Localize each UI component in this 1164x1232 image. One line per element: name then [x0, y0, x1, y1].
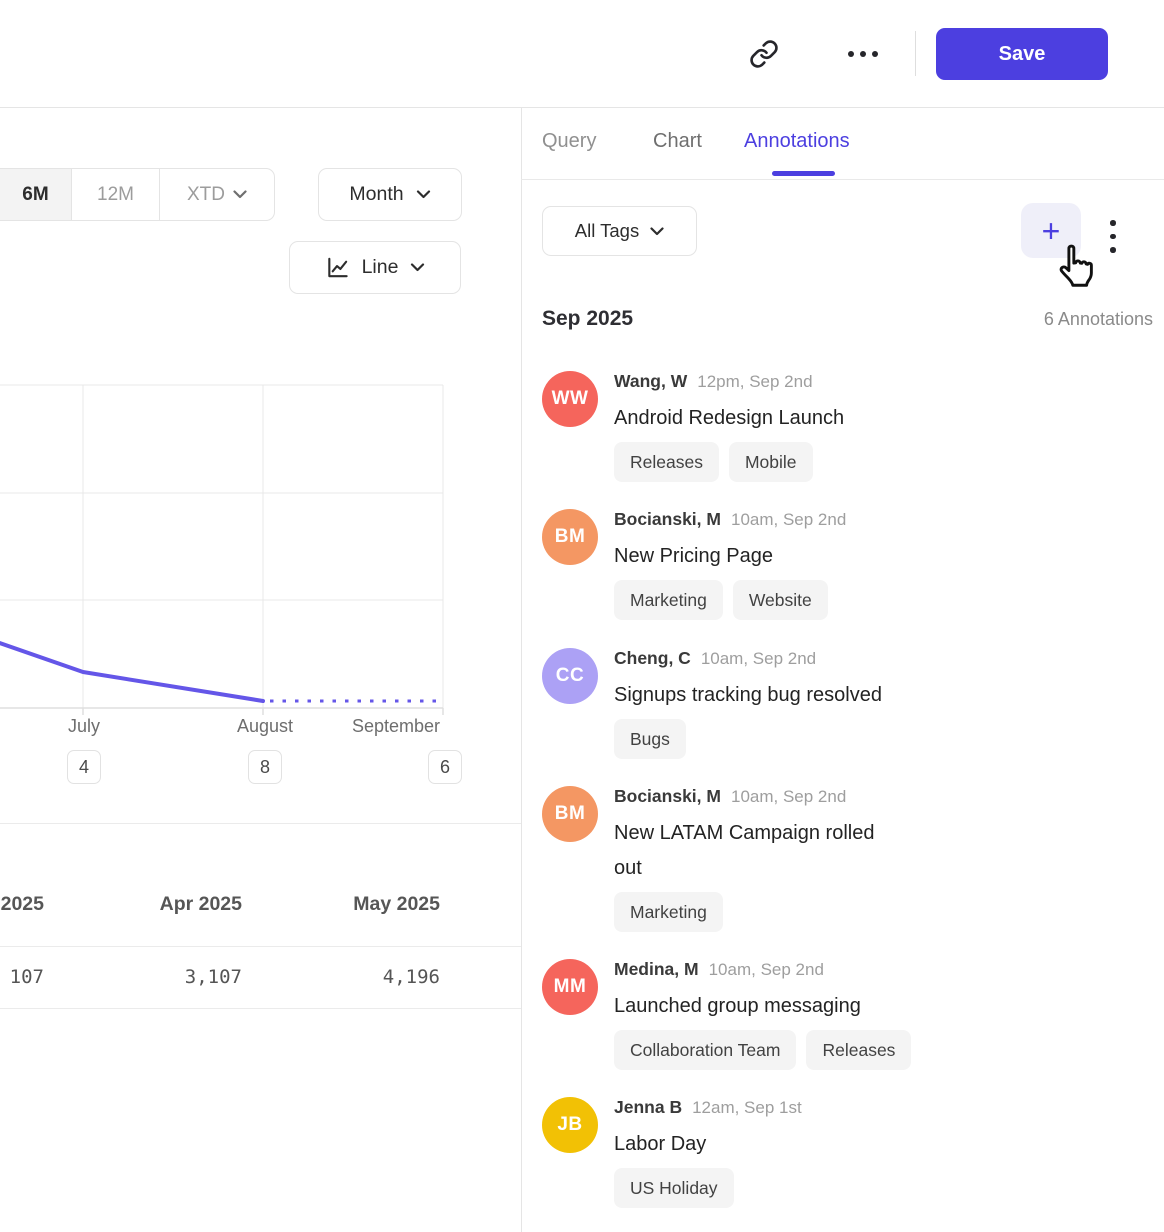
avatar: WW [542, 371, 598, 427]
date-range-segmented-control: 6M 12M XTD [0, 168, 275, 221]
annotation-tags: Marketing [614, 892, 1142, 932]
annotation-item[interactable]: BM Bocianski, M 10am, Sep 2nd New Pricin… [542, 509, 1142, 620]
annotation-group-month: Sep 2025 [542, 307, 633, 331]
chart-type-label: Line [362, 256, 399, 279]
annotation-author: Cheng, C [614, 648, 691, 669]
annotation-count-badge-september[interactable]: 6 [428, 750, 462, 784]
app-window: Save 6M 12M XTD Month Line [0, 0, 1164, 1232]
x-tick-label-july: July [44, 716, 124, 737]
save-button[interactable]: Save [936, 28, 1108, 80]
tag-chip[interactable]: Releases [806, 1030, 911, 1070]
line-chart[interactable] [0, 380, 521, 720]
chevron-down-icon [416, 190, 431, 199]
tag-chip[interactable]: US Holiday [614, 1168, 734, 1208]
table-header-apr-2025: Apr 2025 [92, 893, 242, 916]
more-options-button[interactable] [843, 42, 883, 66]
annotation-item[interactable]: MM Medina, M 10am, Sep 2nd Launched grou… [542, 959, 1142, 1070]
table-cell-may-2025: 4,196 [290, 966, 440, 988]
annotation-title: Labor Day [614, 1127, 954, 1162]
tag-chip[interactable]: Releases [614, 442, 719, 482]
tag-filter-label: All Tags [575, 220, 639, 242]
table-header-may-2025: May 2025 [290, 893, 440, 916]
table-header-col1: 2025 [0, 893, 44, 916]
annotation-author: Bocianski, M [614, 509, 721, 530]
annotation-title: Android Redesign Launch [614, 401, 954, 436]
annotation-author: Jenna B [614, 1097, 682, 1118]
chevron-down-icon [410, 263, 425, 272]
add-annotation-button[interactable]: + [1021, 203, 1081, 258]
range-xtd-label: XTD [187, 184, 225, 206]
kebab-icon [1110, 220, 1116, 226]
chart-type-dropdown[interactable]: Line [289, 241, 461, 294]
chevron-down-icon [233, 190, 247, 199]
annotation-count-badge-july[interactable]: 4 [67, 750, 101, 784]
tab-chart[interactable]: Chart [653, 130, 702, 153]
tab-annotations[interactable]: Annotations [744, 130, 850, 153]
avatar: BM [542, 786, 598, 842]
annotation-timestamp: 10am, Sep 2nd [731, 787, 846, 807]
annotation-title: New Pricing Page [614, 539, 954, 574]
avatar: CC [542, 648, 598, 704]
annotation-author: Bocianski, M [614, 786, 721, 807]
range-xtd-button[interactable]: XTD [160, 169, 274, 220]
tag-chip[interactable]: Marketing [614, 580, 723, 620]
header-divider [915, 31, 916, 76]
x-tick-label-august: August [220, 716, 310, 737]
series-line-solid [0, 641, 263, 701]
range-6m-button[interactable]: 6M [0, 169, 72, 220]
table-border [0, 946, 521, 947]
panel-divider [521, 107, 522, 1232]
link-icon [749, 39, 779, 69]
annotation-author: Medina, M [614, 959, 699, 980]
chevron-down-icon [650, 227, 664, 236]
granularity-dropdown[interactable]: Month [318, 168, 462, 221]
annotation-timestamp: 10am, Sep 2nd [709, 960, 824, 980]
annotation-item[interactable]: JB Jenna B 12am, Sep 1st Labor Day US Ho… [542, 1097, 1142, 1208]
annotation-count-badge-august[interactable]: 8 [248, 750, 282, 784]
avatar: BM [542, 509, 598, 565]
annotations-menu-button[interactable] [1108, 218, 1118, 255]
annotation-item[interactable]: WW Wang, W 12pm, Sep 2nd Android Redesig… [542, 371, 1142, 482]
plus-icon: + [1042, 215, 1061, 247]
annotation-timestamp: 12pm, Sep 2nd [697, 372, 812, 392]
annotation-timestamp: 12am, Sep 1st [692, 1098, 802, 1118]
annotation-timestamp: 10am, Sep 2nd [701, 649, 816, 669]
tag-chip[interactable]: Mobile [729, 442, 813, 482]
range-12m-button[interactable]: 12M [72, 169, 160, 220]
annotation-author: Wang, W [614, 371, 687, 392]
tag-chip[interactable]: Collaboration Team [614, 1030, 796, 1070]
annotation-tags: Collaboration Team Releases [614, 1030, 1142, 1070]
annotation-group-count: 6 Annotations [1044, 309, 1153, 330]
annotation-tags: Bugs [614, 719, 1142, 759]
avatar: MM [542, 959, 598, 1015]
copy-link-button[interactable] [746, 36, 782, 72]
header-border [0, 107, 1164, 108]
table-cell-apr-2025: 3,107 [92, 966, 242, 988]
annotation-title: New LATAM Campaign rolled out [614, 816, 954, 886]
tag-chip[interactable]: Website [733, 580, 828, 620]
tabs-border [521, 179, 1164, 180]
line-chart-icon [325, 255, 350, 280]
annotation-item[interactable]: BM Bocianski, M 10am, Sep 2nd New LATAM … [542, 786, 1142, 932]
avatar: JB [542, 1097, 598, 1153]
ellipsis-icon [848, 51, 878, 57]
tag-chip[interactable]: Bugs [614, 719, 686, 759]
annotation-item[interactable]: CC Cheng, C 10am, Sep 2nd Signups tracki… [542, 648, 1142, 759]
annotation-title: Launched group messaging [614, 989, 954, 1024]
annotation-tags: Releases Mobile [614, 442, 1142, 482]
table-border [0, 823, 521, 824]
x-tick-label-september: September [341, 716, 451, 737]
annotation-title: Signups tracking bug resolved [614, 678, 954, 713]
annotation-timestamp: 10am, Sep 2nd [731, 510, 846, 530]
tag-chip[interactable]: Marketing [614, 892, 723, 932]
table-cell-col1: 107 [0, 966, 44, 988]
annotation-tags: Marketing Website [614, 580, 1142, 620]
granularity-label: Month [349, 183, 403, 206]
annotation-tags: US Holiday [614, 1168, 1142, 1208]
table-border [0, 1008, 521, 1009]
tag-filter-dropdown[interactable]: All Tags [542, 206, 697, 256]
tab-query[interactable]: Query [542, 130, 596, 153]
active-tab-underline [772, 171, 835, 176]
